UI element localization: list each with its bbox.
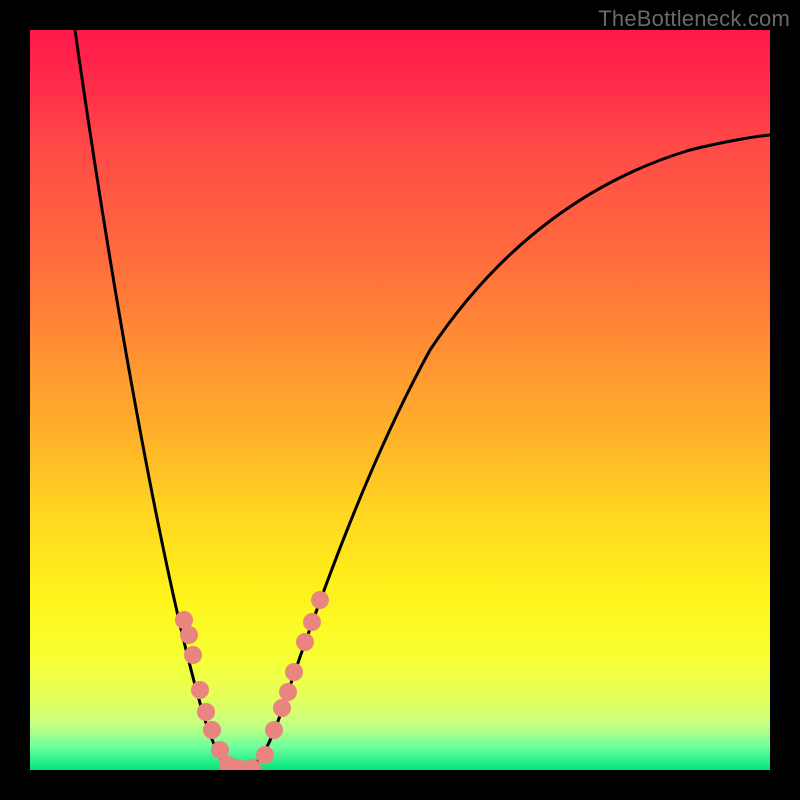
plot-area — [30, 30, 770, 770]
watermark-text: TheBottleneck.com — [598, 6, 790, 32]
background-gradient — [30, 30, 770, 770]
chart-stage: TheBottleneck.com — [0, 0, 800, 800]
